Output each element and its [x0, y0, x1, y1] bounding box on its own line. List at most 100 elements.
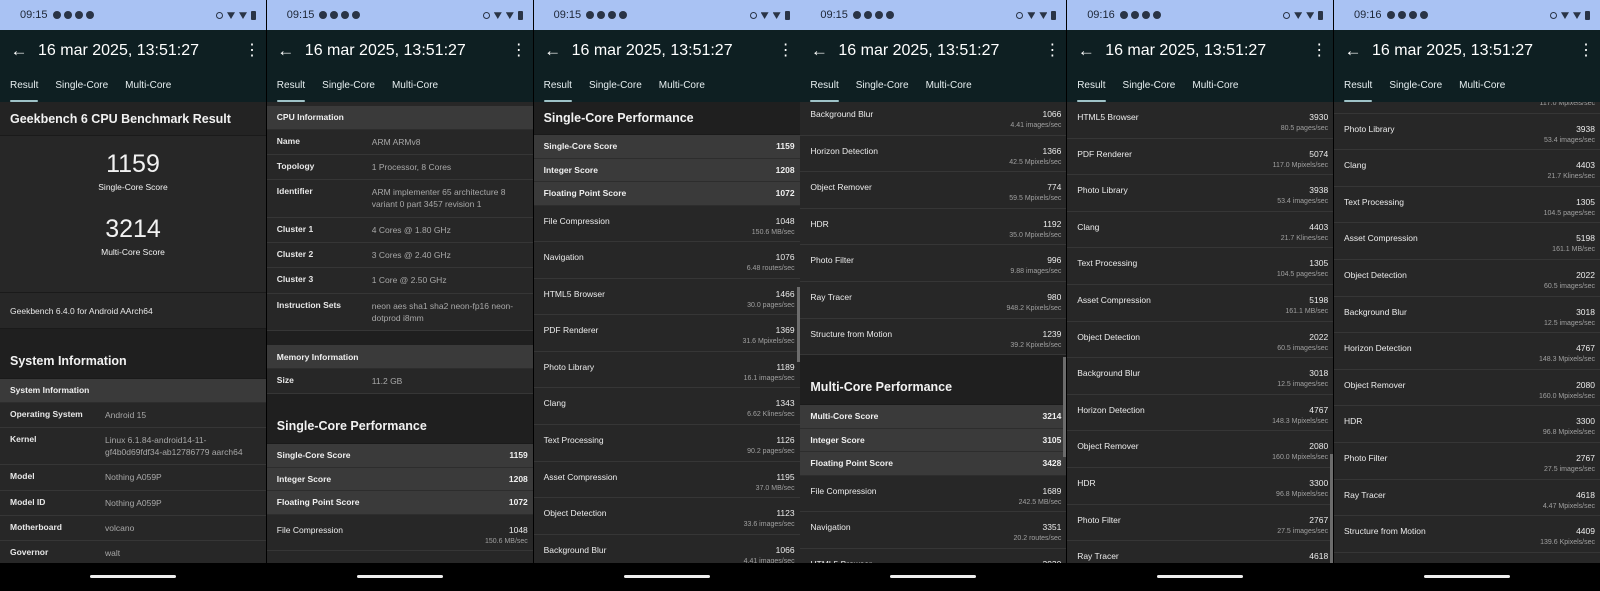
result-content[interactable]: Single-Core Performance Single-Core Scor… [533, 102, 800, 563]
benchmark-throughput: 9.88 images/sec [1010, 268, 1062, 276]
tab-result[interactable]: Result [1077, 80, 1106, 102]
back-arrow-icon[interactable]: ← [808, 40, 830, 62]
benchmark-name: Asset Compression [1343, 233, 1418, 244]
tab-multi-core[interactable]: Multi-Core [1192, 80, 1238, 102]
cpu-value: 4 Cores @ 1.80 GHz [371, 224, 451, 235]
benchmark-name: Horizon Detection [1077, 404, 1145, 415]
cpu-row: Cluster 2 3 Cores @ 2.40 GHz [266, 243, 533, 269]
multi-core-heading: Multi-Core Performance [800, 369, 1067, 406]
more-options-icon[interactable]: ⋮ [1311, 41, 1327, 61]
cpu-row: Cluster 3 1 Core @ 2.50 GHz [266, 268, 533, 294]
scrollbar[interactable] [796, 287, 800, 362]
gesture-nav-bar [533, 563, 800, 591]
app-bar: ← 16 mar 2025, 13:51:27 ⋮ Result Single-… [266, 30, 533, 102]
benchmark-row: Clang 4403 21.7 Klines/sec [1333, 150, 1600, 187]
scores-panel: 1159 Single-Core Score 3214 Multi-Core S… [0, 136, 266, 293]
benchmark-row: Photo Filter 2767 27.5 images/sec [1333, 443, 1600, 480]
benchmark-name: HDR [1077, 477, 1096, 488]
home-indicator[interactable] [90, 575, 176, 578]
tab-result[interactable]: Result [543, 80, 573, 102]
app-bar: ← 16 mar 2025, 13:51:27 ⋮ Result Single-… [1333, 30, 1600, 102]
result-content[interactable]: PDF Renderer5074117.0 Mpixels/sec Photo … [1333, 102, 1600, 563]
signal-icon [239, 12, 247, 19]
result-content[interactable]: CPU Information Name ARM ARMv8 Topology 1 … [266, 102, 533, 563]
more-options-icon[interactable]: ⋮ [511, 41, 527, 61]
status-time: 09:15 [20, 9, 48, 21]
back-arrow-icon[interactable]: ← [542, 40, 564, 62]
benchmark-throughput: 160.0 Mpixels/sec [1538, 392, 1595, 400]
tab-single-core[interactable]: Single-Core [856, 80, 909, 102]
sysinfo-row: Operating System Android 15 [0, 403, 266, 428]
benchmark-throughput: 117.0 Mpixels/sec [1272, 161, 1329, 169]
battery-icon [1051, 10, 1057, 20]
tab-result[interactable]: Result [1343, 80, 1373, 102]
benchmark-throughput: 6.48 routes/sec [746, 265, 795, 273]
scrollbar[interactable] [1330, 454, 1334, 563]
benchmark-name: Ray Tracer [1077, 551, 1119, 562]
signal-icon [505, 12, 514, 19]
back-arrow-icon[interactable]: ← [1342, 40, 1364, 62]
home-indicator[interactable] [1157, 575, 1244, 578]
tab-single-core[interactable]: Single-Core [55, 80, 108, 102]
benchmark-throughput: 53.4 images/sec [1277, 198, 1329, 206]
back-arrow-icon[interactable]: ← [8, 40, 30, 62]
phone-screen-5: 09:16 ← 16 mar 2025, 13:51:27 ⋮ Result S… [1067, 0, 1334, 591]
benchmark-row: Horizon Detection 4767 148.3 Mpixels/sec [1067, 395, 1334, 432]
result-content[interactable]: Geekbench 6 CPU Benchmark Result 1159 Si… [0, 102, 266, 563]
single-core-score-block: 1159 Single-Core Score [0, 150, 266, 192]
tab-single-core[interactable]: Single-Core [589, 80, 642, 102]
home-indicator[interactable] [1423, 575, 1510, 578]
sysinfo-key: Motherboard [10, 522, 62, 533]
summary-score: 1208 [508, 473, 528, 484]
more-options-icon[interactable]: ⋮ [244, 41, 260, 61]
back-arrow-icon[interactable]: ← [275, 40, 297, 62]
tab-single-core[interactable]: Single-Core [1389, 80, 1442, 102]
benchmark-name: Clang [1343, 160, 1367, 171]
sysinfo-value: Nothing A059P [105, 472, 162, 483]
home-indicator[interactable] [356, 575, 443, 578]
benchmark-throughput: 21.7 Klines/sec [1280, 234, 1329, 242]
benchmark-score: 3018 [1576, 306, 1595, 317]
notification-icon [52, 11, 61, 19]
benchmark-name: Navigation [810, 522, 851, 533]
cpu-value: ARM implementer 65 architecture 8 varian… [371, 187, 506, 210]
more-options-icon[interactable]: ⋮ [778, 41, 794, 61]
sysinfo-row: Model ID Nothing A059P [0, 491, 266, 517]
tab-single-core[interactable]: Single-Core [322, 80, 375, 102]
result-content[interactable]: HTML5 Browser 3930 80.5 pages/sec PDF Rend… [1067, 102, 1334, 563]
benchmark-score: 1048 [508, 524, 528, 535]
home-indicator[interactable] [890, 575, 977, 578]
more-options-icon[interactable]: ⋮ [1578, 41, 1594, 61]
status-bar: 09:16 [1067, 0, 1334, 30]
status-bar: 09:15 [800, 0, 1067, 30]
home-indicator[interactable] [623, 575, 710, 578]
benchmark-row: Photo Library 3938 53.4 images/sec [1067, 175, 1334, 212]
tab-result[interactable]: Result [276, 80, 306, 102]
notification-icon [74, 11, 83, 19]
tab-multi-core[interactable]: Multi-Core [125, 80, 171, 102]
scrollbar[interactable] [1063, 357, 1067, 457]
tab-result[interactable]: Result [810, 80, 840, 102]
result-content[interactable]: Background Blur 1066 4.41 images/sec Horiz… [800, 102, 1067, 563]
back-arrow-icon[interactable]: ← [1075, 40, 1097, 62]
integer-summary-row: Integer Score 1208 [266, 467, 533, 492]
benchmark-throughput: 160.0 Mpixels/sec [1272, 454, 1329, 462]
benchmark-row: Navigation 1076 6.48 routes/sec [533, 242, 800, 279]
benchmark-name: Structure from Motion [1343, 526, 1426, 537]
benchmark-score: 1305 [1576, 196, 1595, 207]
tab-single-core[interactable]: Single-Core [1123, 80, 1176, 102]
benchmark-throughput: 4.41 images/sec [1010, 122, 1062, 129]
benchmark-score: 3300 [1576, 416, 1595, 427]
benchmark-name: Background Blur [1343, 306, 1407, 317]
tab-multi-core[interactable]: Multi-Core [1459, 80, 1505, 102]
tab-multi-core[interactable]: Multi-Core [659, 80, 705, 102]
tab-multi-core[interactable]: Multi-Core [926, 80, 972, 102]
benchmark-name: Photo Filter [810, 255, 854, 266]
more-options-icon[interactable]: ⋮ [1044, 41, 1060, 61]
benchmark-throughput: 42.5 Mpixels/sec [1009, 158, 1062, 166]
benchmark-throughput: 27.5 images/sec [1544, 465, 1595, 473]
tab-multi-core[interactable]: Multi-Core [392, 80, 438, 102]
tab-result[interactable]: Result [10, 80, 39, 102]
summary-score: 3428 [1042, 458, 1062, 469]
float-summary-row: Floating Point Score 1072 [266, 491, 533, 515]
